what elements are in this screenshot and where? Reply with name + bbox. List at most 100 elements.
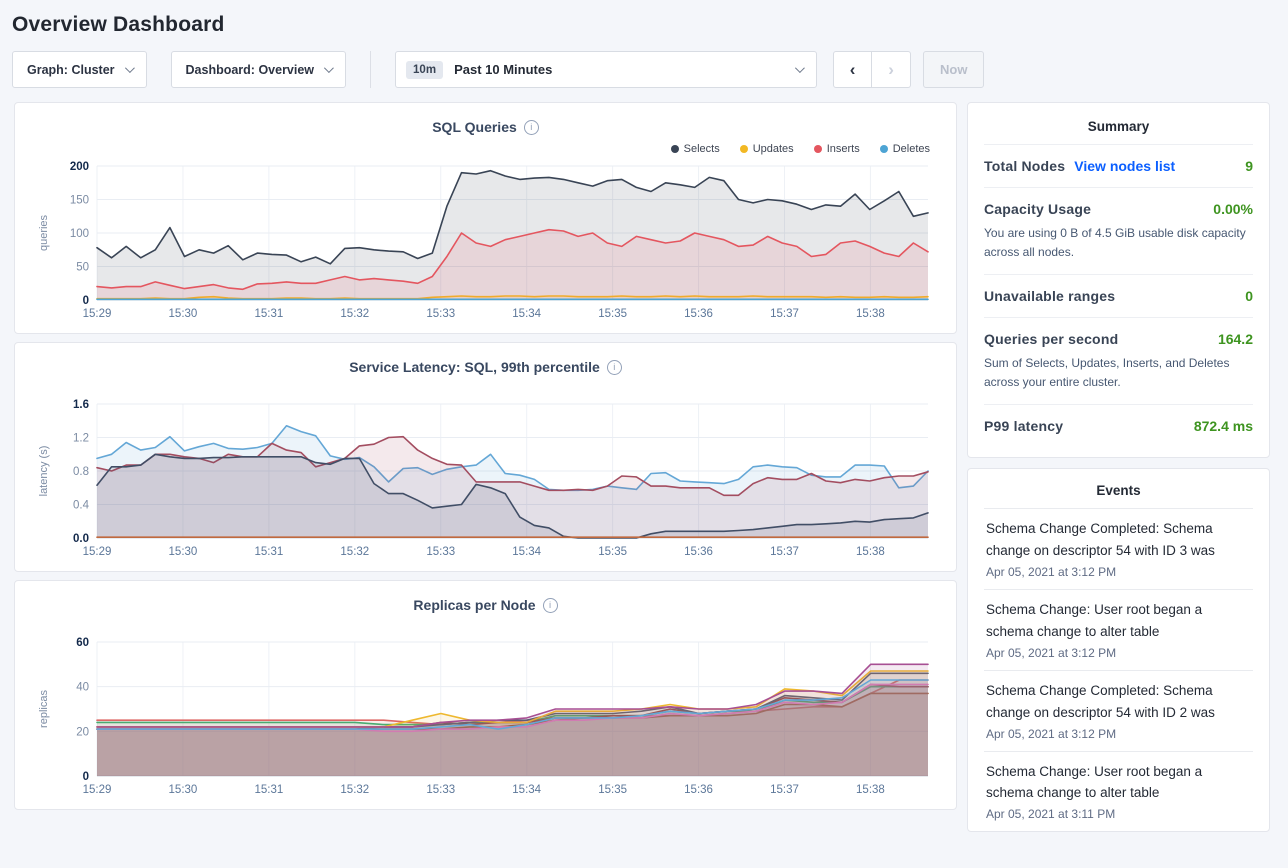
service-latency-chart[interactable]: 15:2915:3015:3115:3215:3315:3415:3515:36… xyxy=(33,396,938,562)
svg-text:15:32: 15:32 xyxy=(340,308,369,320)
svg-text:15:34: 15:34 xyxy=(512,784,541,796)
svg-text:15:29: 15:29 xyxy=(83,308,112,320)
legend-dot-icon xyxy=(740,145,748,153)
replicas-per-node-chart[interactable]: 15:29 15:30 15:31 15:32 15:33 15:34 15:35 15:36… xyxy=(33,634,938,800)
now-button[interactable]: Now xyxy=(923,51,984,88)
event-message: Schema Change: User root began a schema … xyxy=(986,599,1251,643)
info-icon[interactable]: i xyxy=(543,598,558,613)
svg-text:15:33: 15:33 xyxy=(426,546,455,558)
legend-item-deletes[interactable]: Deletes xyxy=(880,143,930,155)
info-icon[interactable]: i xyxy=(524,120,539,135)
event-item[interactable]: Schema Change: User root began a schema … xyxy=(984,751,1253,832)
page-header: Overview Dashboard xyxy=(0,0,1288,41)
summary-value: 0.00% xyxy=(1213,201,1253,217)
graph-dropdown[interactable]: Graph: Cluster xyxy=(12,51,147,88)
svg-text:50: 50 xyxy=(76,262,89,274)
chevron-down-icon xyxy=(795,63,805,73)
summary-label: Capacity Usage xyxy=(984,201,1091,217)
time-step-buttons: ‹ › xyxy=(833,51,911,88)
time-range-select[interactable]: 10m Past 10 Minutes xyxy=(395,51,817,88)
time-next-button[interactable]: › xyxy=(872,51,911,88)
legend-dot-icon xyxy=(880,145,888,153)
toolbar: Graph: Cluster Dashboard: Overview 10m P… xyxy=(0,41,1288,102)
summary-row-queries-per-second: Queries per second 164.2 Sum of Selects,… xyxy=(984,317,1253,404)
svg-text:15:32: 15:32 xyxy=(340,546,369,558)
event-item[interactable]: Schema Change: User root began a schema … xyxy=(984,589,1253,670)
event-timestamp: Apr 05, 2021 at 3:12 PM xyxy=(986,727,1251,741)
svg-text:15:30: 15:30 xyxy=(169,308,198,320)
charts-column: SQL Queries i Selects Updates Inserts xyxy=(14,102,957,810)
svg-text:200: 200 xyxy=(70,161,89,173)
summary-value: 872.4 ms xyxy=(1194,418,1253,434)
time-range-badge: 10m xyxy=(406,61,443,79)
svg-text:20: 20 xyxy=(76,726,89,738)
legend-dot-icon xyxy=(671,145,679,153)
svg-text:15:32: 15:32 xyxy=(340,784,369,796)
svg-text:15:33: 15:33 xyxy=(426,784,455,796)
event-item[interactable]: Schema Change Completed: Schema change o… xyxy=(984,508,1253,589)
svg-text:latency (s): latency (s) xyxy=(38,446,50,497)
summary-value: 164.2 xyxy=(1218,331,1253,347)
svg-text:15:31: 15:31 xyxy=(254,784,283,796)
svg-text:15:38: 15:38 xyxy=(856,308,885,320)
time-range-label: Past 10 Minutes xyxy=(454,62,552,77)
sql-queries-chart[interactable]: 15:2915:3015:3115:3215:3315:3415:3515:36… xyxy=(33,158,938,324)
event-message: Schema Change Completed: Schema change o… xyxy=(986,680,1251,724)
legend-item-inserts[interactable]: Inserts xyxy=(814,143,860,155)
summary-title: Summary xyxy=(984,119,1253,144)
svg-text:15:37: 15:37 xyxy=(770,784,799,796)
svg-text:0.4: 0.4 xyxy=(73,500,90,512)
summary-panel: Summary Total Nodes View nodes list 9 Ca… xyxy=(967,102,1270,458)
summary-value: 0 xyxy=(1245,288,1253,304)
svg-text:150: 150 xyxy=(70,195,89,207)
svg-text:15:33: 15:33 xyxy=(426,308,455,320)
legend-dot-icon xyxy=(814,145,822,153)
summary-label: Queries per second xyxy=(984,331,1118,347)
svg-text:15:36: 15:36 xyxy=(684,784,713,796)
chevron-down-icon xyxy=(324,63,334,73)
chart-title: SQL Queries xyxy=(432,119,517,135)
legend-item-updates[interactable]: Updates xyxy=(740,143,794,155)
svg-text:0: 0 xyxy=(83,295,89,307)
svg-text:replicas: replicas xyxy=(38,690,50,728)
summary-label: Total Nodes xyxy=(984,158,1065,174)
svg-text:40: 40 xyxy=(76,682,89,694)
event-message: Schema Change: User root began a schema … xyxy=(986,761,1251,805)
event-item[interactable]: Schema Change Completed: Schema change o… xyxy=(984,670,1253,751)
event-timestamp: Apr 05, 2021 at 3:11 PM xyxy=(986,807,1251,821)
dashboard-dropdown[interactable]: Dashboard: Overview xyxy=(171,51,347,88)
event-timestamp: Apr 05, 2021 at 3:12 PM xyxy=(986,646,1251,660)
svg-text:0: 0 xyxy=(83,771,89,783)
svg-text:100: 100 xyxy=(70,228,89,240)
svg-text:15:36: 15:36 xyxy=(684,308,713,320)
info-icon[interactable]: i xyxy=(607,360,622,375)
svg-text:15:29: 15:29 xyxy=(83,784,112,796)
side-column: Summary Total Nodes View nodes list 9 Ca… xyxy=(967,102,1270,832)
svg-text:15:38: 15:38 xyxy=(856,546,885,558)
svg-text:15:31: 15:31 xyxy=(254,308,283,320)
time-prev-button[interactable]: ‹ xyxy=(833,51,872,88)
legend-item-selects[interactable]: Selects xyxy=(671,143,720,155)
summary-description: Sum of Selects, Updates, Inserts, and De… xyxy=(984,354,1253,391)
chevron-down-icon xyxy=(124,63,134,73)
summary-row-total-nodes: Total Nodes View nodes list 9 xyxy=(984,144,1253,187)
summary-value: 9 xyxy=(1245,158,1253,174)
event-message: Schema Change Completed: Schema change o… xyxy=(986,518,1251,562)
svg-text:15:29: 15:29 xyxy=(83,546,112,558)
svg-text:1.6: 1.6 xyxy=(73,399,89,411)
toolbar-divider xyxy=(370,51,371,88)
svg-text:15:30: 15:30 xyxy=(169,784,198,796)
svg-text:0.0: 0.0 xyxy=(73,533,89,545)
replicas-per-node-chart-panel: Replicas per Node i 15:2915:3015:3115:32… xyxy=(14,580,957,810)
summary-row-p99-latency: P99 latency 872.4 ms xyxy=(984,404,1253,447)
service-latency-chart-panel: Service Latency: SQL, 99th percentile i … xyxy=(14,342,957,572)
svg-text:15:35: 15:35 xyxy=(598,546,627,558)
page-title: Overview Dashboard xyxy=(12,13,1272,37)
chart-legend: Selects Updates Inserts Deletes xyxy=(33,140,930,158)
svg-text:15:34: 15:34 xyxy=(512,308,541,320)
events-panel: Events Schema Change Completed: Schema c… xyxy=(967,468,1270,832)
svg-text:15:35: 15:35 xyxy=(598,784,627,796)
dashboard-dropdown-label: Dashboard: Overview xyxy=(186,63,315,77)
svg-text:15:34: 15:34 xyxy=(512,546,541,558)
view-nodes-list-link[interactable]: View nodes list xyxy=(1074,158,1175,174)
